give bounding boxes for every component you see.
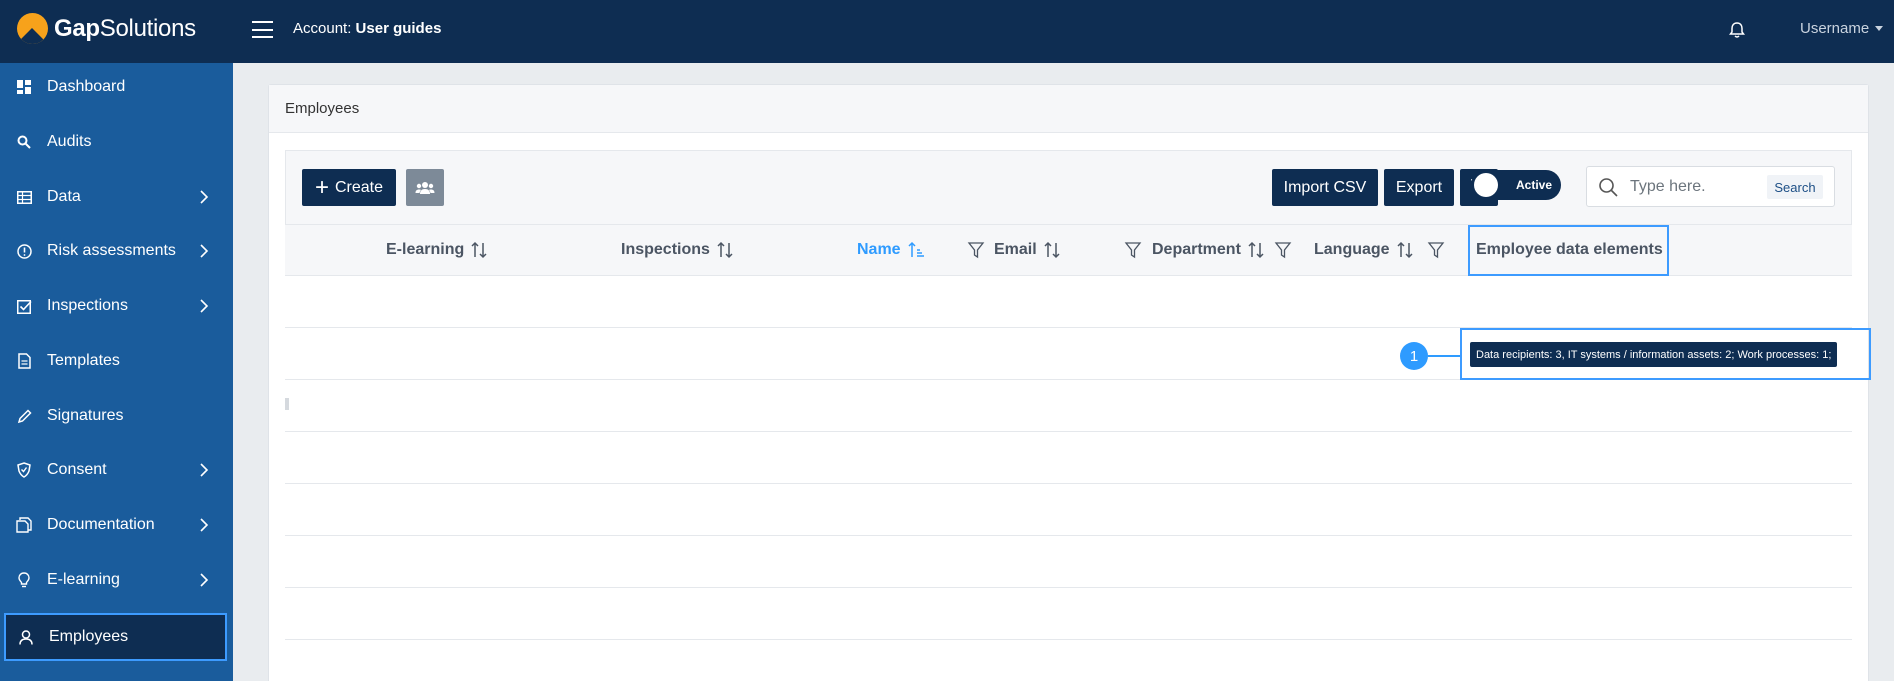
sidebar-item-data[interactable]: Data	[0, 173, 233, 221]
logo[interactable]: GapSolutions	[17, 13, 196, 44]
sort-icon	[1397, 241, 1413, 259]
logo-text: GapSolutions	[54, 14, 196, 42]
sidebar-item-label: Documentation	[47, 516, 155, 533]
table-row[interactable]	[285, 276, 1852, 328]
sort-ascending-icon	[908, 241, 924, 257]
table-header: E-learning Inspections Name Email Depart…	[285, 225, 1852, 276]
sidebar-item-documentation[interactable]: Documentation	[0, 501, 233, 549]
panel-title: Employees	[269, 85, 1868, 133]
column-header-department[interactable]: Department	[1152, 241, 1265, 259]
sidebar-item-label: Data	[47, 188, 81, 205]
search-input[interactable]	[1630, 177, 1760, 197]
logo-mark	[17, 13, 48, 44]
table-row[interactable]	[285, 536, 1852, 588]
chevron-down-icon	[1875, 26, 1884, 31]
filter-icon[interactable]	[967, 241, 985, 259]
sort-icon	[471, 241, 487, 259]
filter-icon[interactable]	[1274, 241, 1292, 259]
top-bar: GapSolutions Account: User guides Userna…	[0, 0, 1894, 63]
callout-badge: 1	[1400, 342, 1428, 370]
sidebar-item-label: Risk assessments	[47, 242, 176, 259]
scroll-handle[interactable]	[285, 398, 289, 410]
sidebar-item-label: Dashboard	[47, 78, 126, 95]
user-menu[interactable]: Username	[1800, 20, 1884, 37]
search-box: Search	[1586, 166, 1835, 207]
sidebar-item-employees[interactable]: Employees	[4, 613, 227, 661]
account-label: Account: User guides	[293, 20, 442, 37]
table-icon	[16, 189, 32, 205]
menu-toggle-icon[interactable]	[252, 21, 273, 38]
users-icon	[415, 181, 435, 194]
search-icon	[16, 134, 32, 150]
search-button[interactable]: Search	[1767, 175, 1823, 199]
callout-line	[1428, 355, 1460, 357]
sidebar-item-inspections[interactable]: Inspections	[0, 282, 233, 330]
column-header-language[interactable]: Language	[1314, 241, 1414, 259]
sidebar-item-label: Signatures	[47, 407, 124, 424]
sidebar-item-label: Audits	[47, 133, 92, 150]
table-row[interactable]	[285, 640, 1852, 681]
username: Username	[1800, 20, 1870, 37]
toggle-knob	[1474, 173, 1498, 197]
employees-panel: Employees + Create Import CSV Export Act…	[268, 84, 1871, 681]
group-button[interactable]	[406, 169, 444, 206]
sidebar-item-signatures[interactable]: Signatures	[0, 392, 233, 440]
lightbulb-icon	[16, 572, 32, 588]
sidebar-item-label: Templates	[47, 352, 120, 369]
dashboard-icon	[16, 79, 32, 95]
account-name: User guides	[355, 20, 442, 37]
search-icon	[1599, 178, 1618, 197]
chevron-right-icon	[200, 573, 209, 587]
chevron-right-icon	[200, 518, 209, 532]
sidebar-item-e-learning[interactable]: E-learning	[0, 556, 233, 604]
checkbox-icon	[16, 298, 32, 314]
table-row[interactable]	[285, 432, 1852, 484]
sidebar-item-dashboard[interactable]: Dashboard	[0, 63, 233, 111]
shield-icon	[16, 462, 32, 478]
chevron-right-icon	[200, 190, 209, 204]
chevron-right-icon	[200, 463, 209, 477]
sort-icon	[1044, 241, 1060, 259]
sidebar-item-audits[interactable]: Audits	[0, 118, 233, 166]
document-icon	[16, 353, 32, 369]
sort-icon	[717, 241, 733, 259]
chevron-right-icon	[200, 244, 209, 258]
sidebar-item-risk-assessments[interactable]: Risk assessments	[0, 227, 233, 275]
alert-circle-icon	[16, 243, 32, 259]
table-row[interactable]: 1 Data recipients: 3, IT systems / infor…	[285, 328, 1871, 380]
toolbar: + Create Import CSV Export Active Search	[285, 150, 1852, 225]
active-toggle[interactable]: Active	[1471, 170, 1561, 200]
sidebar-item-templates[interactable]: Templates	[0, 337, 233, 385]
import-csv-button[interactable]: Import CSV	[1272, 169, 1378, 206]
pen-icon	[16, 408, 32, 424]
column-header-name[interactable]: Name	[857, 241, 925, 259]
toggle-label: Active	[1516, 178, 1553, 192]
documents-icon	[16, 517, 32, 533]
chevron-right-icon	[200, 299, 209, 313]
table-row[interactable]	[285, 484, 1852, 536]
table-row[interactable]	[285, 380, 1852, 432]
filter-icon[interactable]	[1427, 241, 1445, 259]
create-button[interactable]: + Create	[302, 169, 396, 206]
sidebar-item-label: E-learning	[47, 571, 120, 588]
column-header-employee-data-elements[interactable]: Employee data elements	[1476, 241, 1663, 259]
sidebar-item-label: Consent	[47, 461, 107, 478]
user-icon	[18, 629, 34, 645]
employee-data-tooltip: Data recipients: 3, IT systems / informa…	[1470, 342, 1838, 367]
table-row[interactable]	[285, 588, 1852, 640]
sidebar-item-label: Inspections	[47, 297, 128, 314]
plus-icon: +	[314, 173, 329, 201]
export-button[interactable]: Export	[1384, 169, 1454, 206]
column-header-e-learning[interactable]: E-learning	[386, 241, 488, 259]
column-header-inspections[interactable]: Inspections	[621, 241, 734, 259]
filter-icon[interactable]	[1124, 241, 1142, 259]
bell-icon[interactable]	[1727, 20, 1747, 40]
column-header-email[interactable]: Email	[994, 241, 1061, 259]
sort-icon	[1248, 241, 1264, 259]
sidebar-item-label: Employees	[49, 628, 129, 645]
sidebar-item-consent[interactable]: Consent	[0, 446, 233, 494]
sidebar: Dashboard Audits Data Risk assessments I…	[0, 63, 233, 681]
